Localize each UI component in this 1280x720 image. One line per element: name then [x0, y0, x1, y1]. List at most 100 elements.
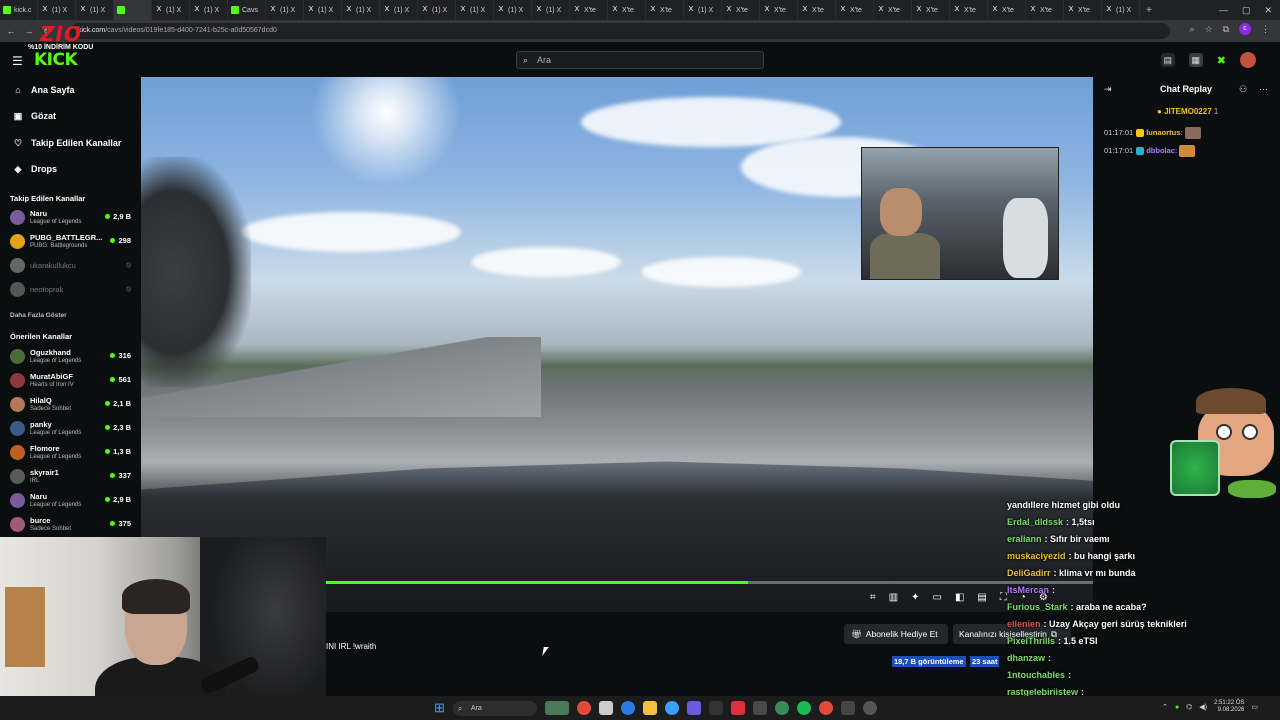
app-icon[interactable] [730, 701, 745, 715]
notification-icon[interactable]: ▭ [1251, 703, 1258, 711]
chrome-icon[interactable] [818, 701, 833, 715]
app-icon[interactable] [774, 701, 789, 715]
app-icon[interactable] [862, 701, 877, 715]
channel-item[interactable]: PUBG_BATTLEGR... PUBG: Battlegrounds 298 [10, 232, 134, 252]
browser-tab[interactable]: X (1) X [76, 0, 114, 20]
promo-banner[interactable]: ZIO %10 İNDİRİM KODU [28, 22, 98, 52]
user-avatar[interactable] [1240, 52, 1256, 68]
layout-icon[interactable]: ▦ [1188, 53, 1203, 67]
show-more-link[interactable]: Daha Fazla Göster [10, 312, 67, 319]
browser-tab[interactable]: X X'te [722, 0, 760, 20]
browser-tab[interactable]: X (1) X [684, 0, 722, 20]
browser-tab[interactable]: X X'te [1026, 0, 1064, 20]
channel-item[interactable]: Oguzkhand League of Legends 316 [10, 347, 134, 367]
video-player[interactable] [141, 77, 1093, 612]
spotify-icon[interactable] [796, 701, 811, 715]
zoom-icon[interactable]: ⌕ [1189, 24, 1194, 35]
browser-tab[interactable]: kick.c [0, 0, 38, 20]
users-icon[interactable]: ⚇ [1239, 84, 1247, 95]
kick-k-icon[interactable]: ✖ [1217, 54, 1226, 67]
new-tab-icon[interactable]: + [1140, 5, 1158, 16]
chrome-icon[interactable] [576, 701, 591, 715]
browser-tab[interactable]: X (1) X [380, 0, 418, 20]
channel-item[interactable]: skyrair1 IRL 337 [10, 467, 134, 487]
widgets-icon[interactable] [544, 701, 569, 715]
app-icon[interactable] [752, 701, 767, 715]
nav-home[interactable]: ⌂ Ana Sayfa [12, 82, 74, 98]
browser-tab[interactable]: X (1) X [342, 0, 380, 20]
browser-tab[interactable]: X X'te [760, 0, 798, 20]
app-icon[interactable] [840, 701, 855, 715]
hamburger-menu-icon[interactable]: ☰ [12, 54, 23, 68]
chat-menu-icon[interactable]: ⋯ [1259, 84, 1268, 95]
channel-item[interactable]: panky League of Legends 2,3 B [10, 419, 134, 439]
browser-tab[interactable]: X X'te [798, 0, 836, 20]
video-progress-bar[interactable] [326, 581, 1093, 584]
channel-item[interactable]: Naru League of Legends 2,9 B [10, 208, 134, 228]
app-icon[interactable] [708, 701, 723, 715]
taskbar-search[interactable]: ⌕ Ara [452, 700, 537, 716]
nav-gift[interactable]: ◈ Drops [12, 161, 57, 177]
volume-icon[interactable]: ◀) [1199, 703, 1207, 711]
browser-tab[interactable]: X X'te [1064, 0, 1102, 20]
browser-tab[interactable]: X (1) X [38, 0, 76, 20]
browser-tab[interactable]: X (1) X [494, 0, 532, 20]
app-icon[interactable] [664, 701, 679, 715]
nav-browse[interactable]: ▣ Gözat [12, 108, 56, 124]
network-icon[interactable]: ⌬ [1186, 703, 1192, 711]
browser-tab[interactable]: X (1) X [532, 0, 570, 20]
folder-icon[interactable] [642, 701, 657, 715]
minimize-icon[interactable]: — [1219, 5, 1228, 15]
extensions-icon[interactable]: ⧉ [1223, 24, 1229, 35]
browser-tab[interactable]: X (1) X [190, 0, 228, 20]
collapse-chat-icon[interactable]: ⇥ [1104, 84, 1112, 95]
maximize-icon[interactable]: ▢ [1242, 5, 1251, 16]
edge-icon[interactable] [620, 701, 635, 715]
close-icon[interactable]: ✕ [1264, 5, 1272, 16]
theater-icon[interactable]: ▭ [932, 592, 941, 603]
mic-icon[interactable]: ● [1175, 704, 1179, 711]
bookmark-star-icon[interactable]: ☆ [1204, 24, 1212, 35]
browser-tab[interactable]: X X'te [570, 0, 608, 20]
url-field[interactable]: kick.com/cavs/videos/019fe185-d400-7241-… [70, 23, 1170, 39]
nav-heart[interactable]: ♡ Takip Edilen Kanallar [12, 135, 121, 151]
browser-tab[interactable]: X X'te [950, 0, 988, 20]
browser-tab[interactable]: X (1) X [304, 0, 342, 20]
app-icon[interactable] [686, 701, 701, 715]
clip-icon[interactable]: ⌗ [870, 592, 876, 603]
browser-tab[interactable]: X (1) X [266, 0, 304, 20]
chat-username[interactable]: lunaortus [1146, 128, 1180, 137]
channel-item[interactable]: HilalQ Sadece Sohbet 2,1 B [10, 395, 134, 415]
browser-tab[interactable]: X X'te [988, 0, 1026, 20]
chat-username[interactable]: dbbolac [1146, 146, 1175, 155]
browser-tab[interactable]: Cavs [228, 0, 266, 20]
profile-icon[interactable]: c [1239, 23, 1251, 35]
back-icon[interactable]: ← [4, 26, 18, 36]
tray-chevron-icon[interactable]: ⌃ [1162, 703, 1168, 711]
browser-tab[interactable] [114, 0, 152, 20]
browser-tab[interactable]: X (1) X [152, 0, 190, 20]
browser-tab[interactable]: X X'te [836, 0, 874, 20]
fullscreen-icon[interactable]: ⛶ [1000, 592, 1007, 603]
search-input[interactable]: ⌕ Ara [516, 51, 764, 69]
channel-item[interactable]: MuratAbiGF Hearts of Iron IV 561 [10, 371, 134, 391]
channel-item[interactable]: ukarakullukcu ⦸ [10, 256, 134, 276]
taskbar-clock[interactable]: 2:51:22 ÖS 9.08.2026 [1214, 700, 1244, 714]
gift-subscription-button[interactable]: 🎁︎ Abonelik Hediye Et [844, 624, 948, 644]
channel-item[interactable]: Naru League of Legends 2,9 B [10, 491, 134, 511]
browser-tab[interactable]: X (1) X [456, 0, 494, 20]
channel-item[interactable]: Flomore League of Legends 1,3 B [10, 443, 134, 463]
pip-icon[interactable]: ◧ [955, 592, 964, 603]
browser-tab[interactable]: X (1) X [1102, 0, 1140, 20]
start-icon[interactable]: ⊞ [434, 700, 445, 716]
browser-tab[interactable]: X (1) X [418, 0, 456, 20]
sparkle-icon[interactable]: ✦ [911, 592, 919, 603]
browser-tab[interactable]: X X'te [646, 0, 684, 20]
captions-icon[interactable]: ▤ [977, 592, 986, 603]
browser-tab[interactable]: X X'te [608, 0, 646, 20]
channel-item[interactable]: neotoprak ⦸ [10, 280, 134, 300]
menu-dots-icon[interactable]: ⋮ [1261, 24, 1270, 35]
inventory-icon[interactable]: ▤ [1160, 53, 1175, 67]
browser-tab[interactable]: X X'te [874, 0, 912, 20]
channel-item[interactable]: burce Sadece Sohbet 375 [10, 515, 134, 535]
